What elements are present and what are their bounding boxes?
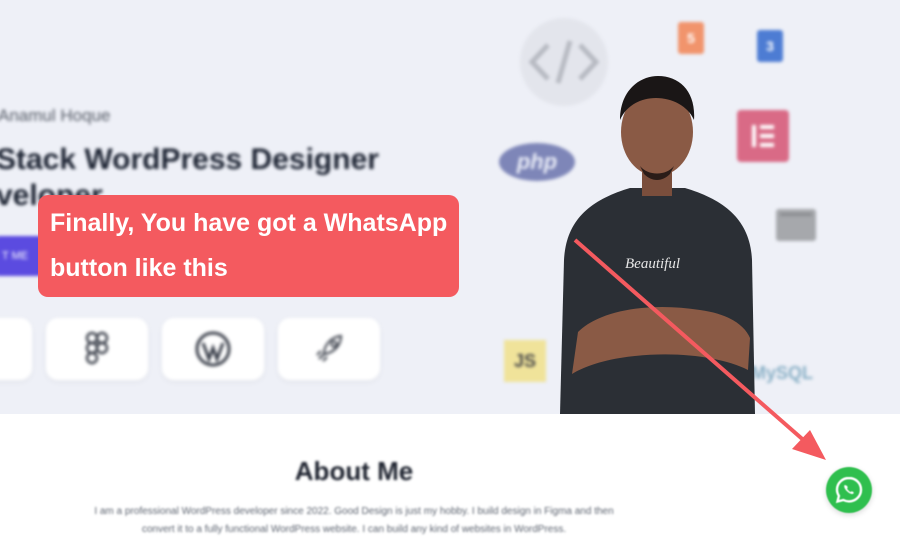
terminal-icon [776,209,816,241]
headline-line-1: Stack WordPress Designer [0,143,379,176]
skill-card-rocket [278,318,380,380]
html5-icon: 5 [678,22,704,54]
skill-card-partial [0,318,32,380]
about-title: About Me [294,456,414,486]
callout-line-2: button like this [50,246,448,291]
hero-intro-name: Anamul Hoque [0,106,111,125]
svg-text:Beautiful: Beautiful [625,256,680,272]
callout-line-1: Finally, You have got a WhatsApp [50,209,448,237]
figma-icon [85,331,109,365]
skill-card-figma [46,318,148,380]
whatsapp-icon [835,476,863,504]
css3-icon: 3 [757,30,783,62]
developer-photo: Beautiful [560,76,755,414]
skill-card-wordpress [162,318,264,380]
annotation-callout: Finally, You have got a WhatsApp button … [38,195,460,297]
whatsapp-button[interactable] [826,467,872,513]
about-text-line-1: I am a professional WordPress developer … [94,506,614,517]
javascript-icon: JS [504,340,546,382]
about-text-line-2: convert it to a fully functional WordPre… [141,524,567,535]
rocket-icon [316,334,343,362]
wordpress-icon [195,331,231,367]
